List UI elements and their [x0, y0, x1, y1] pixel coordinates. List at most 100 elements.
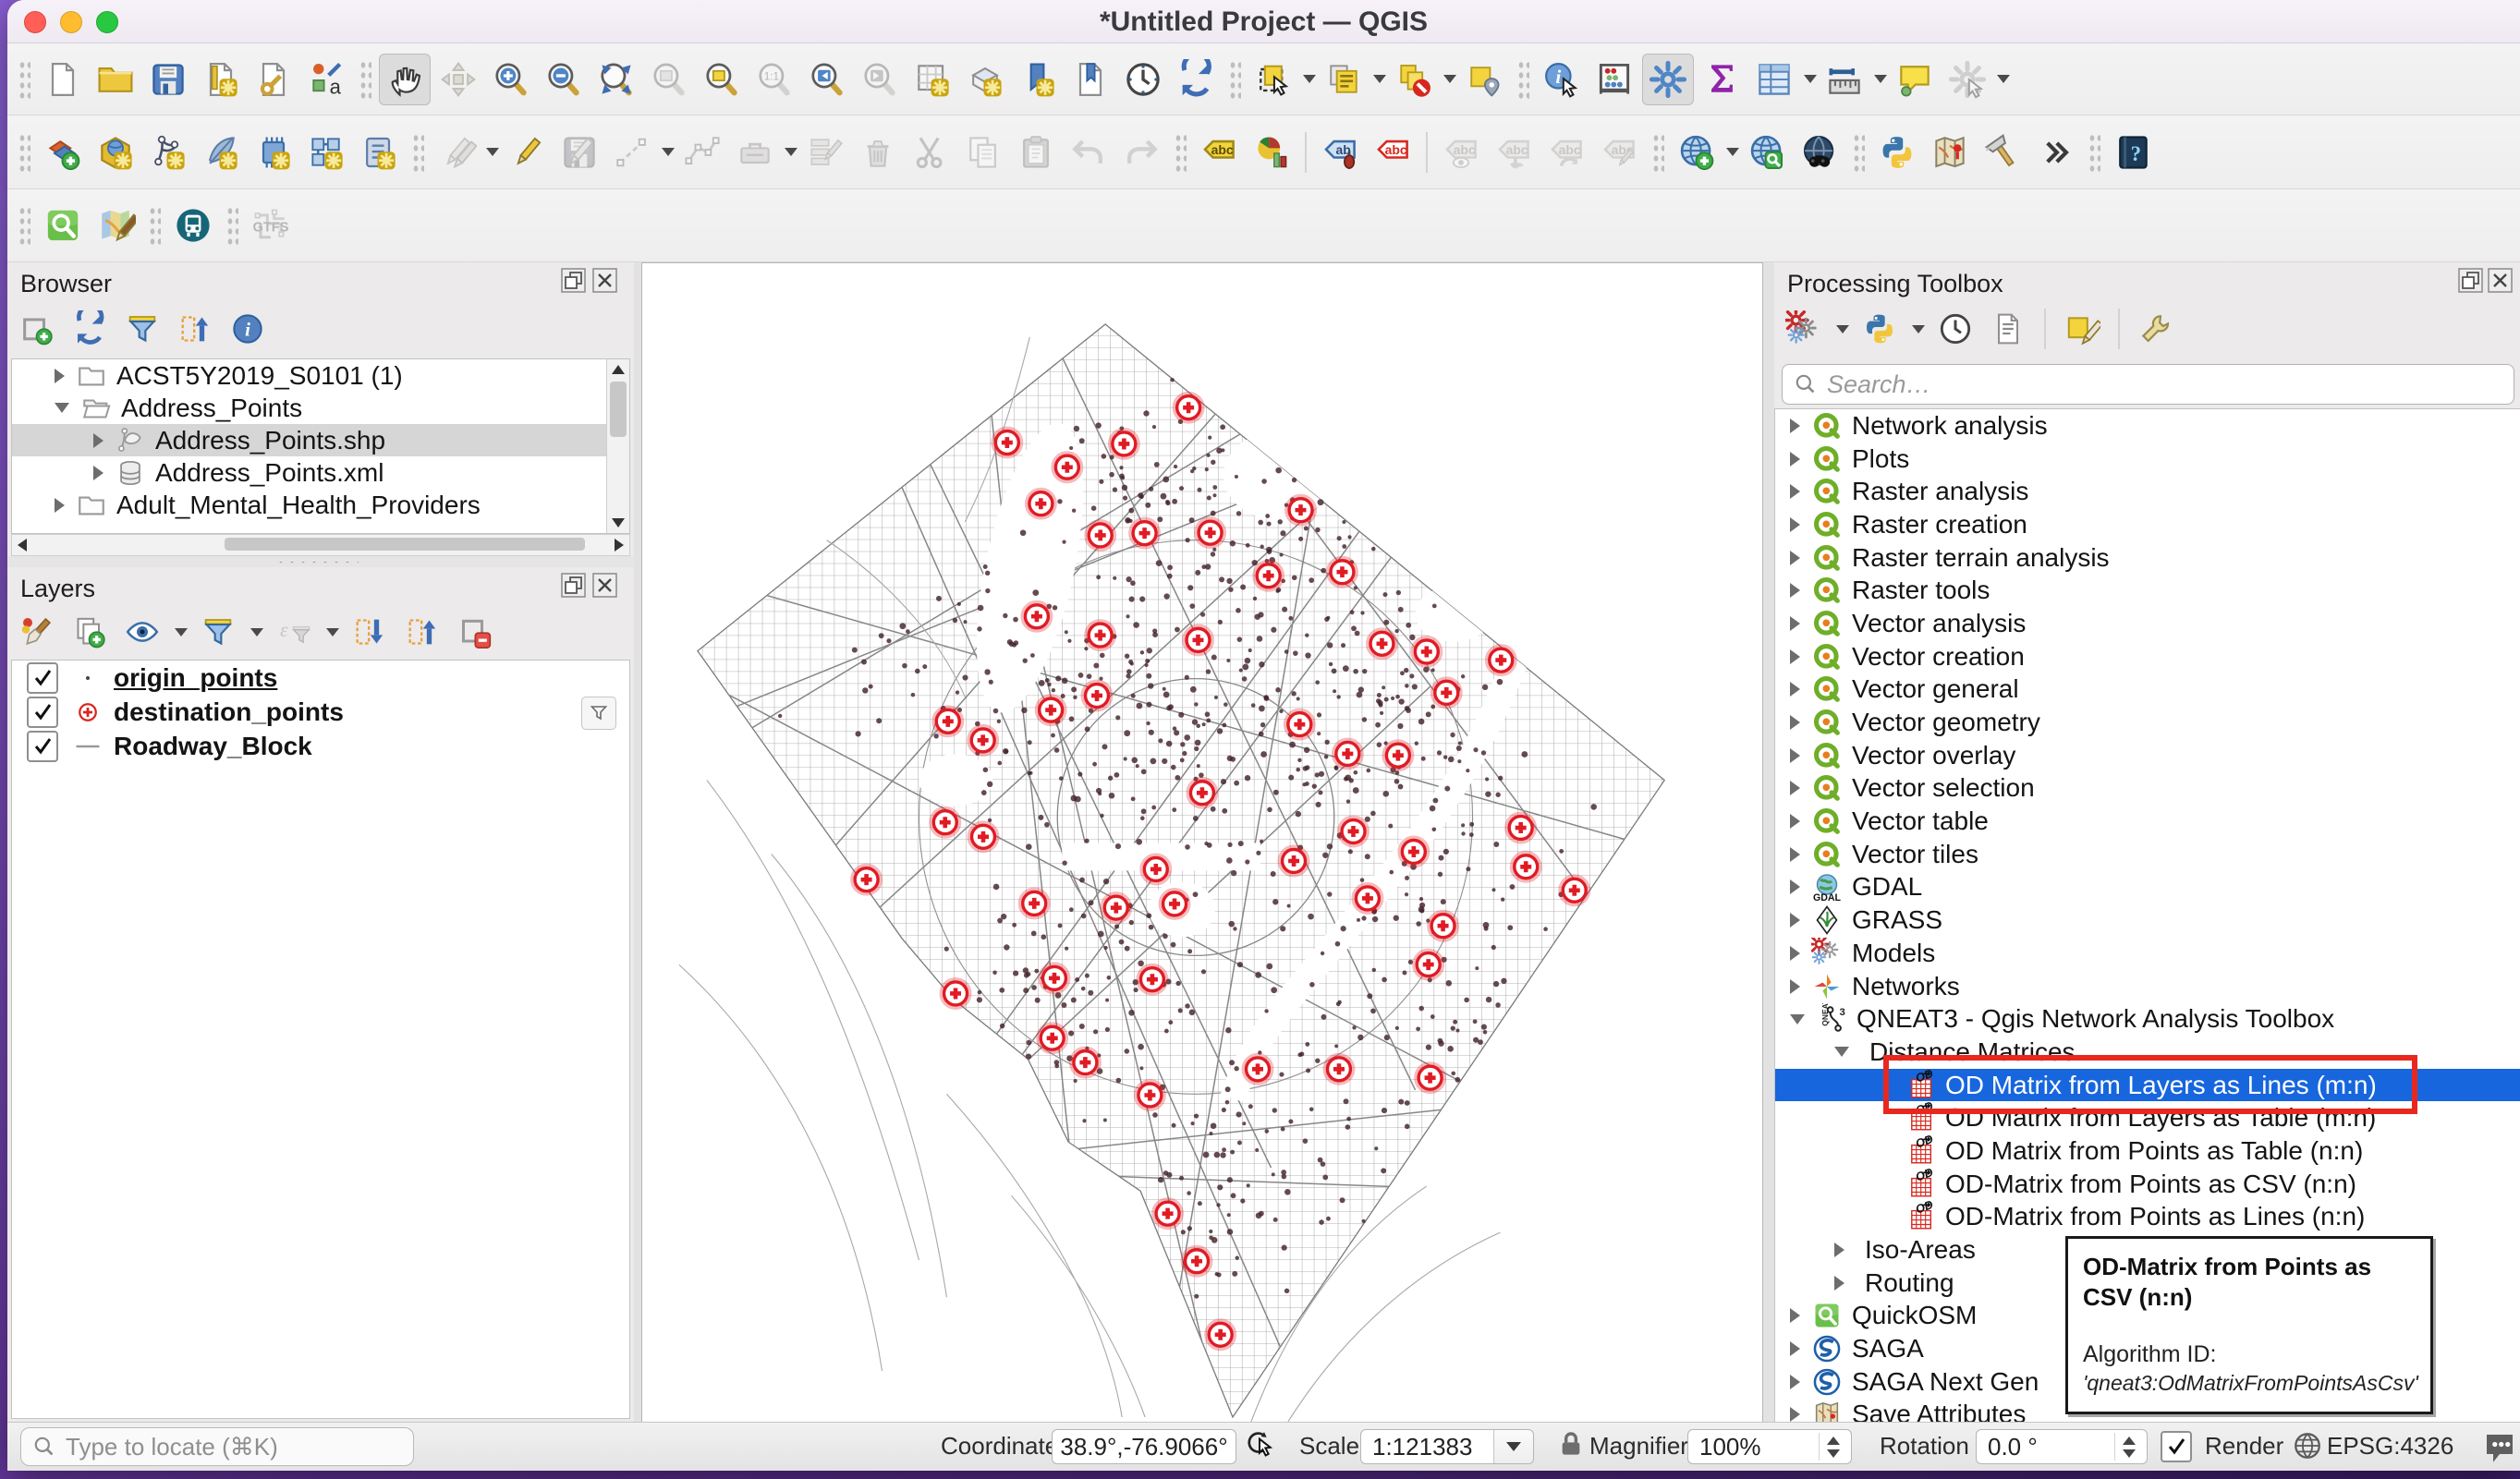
extents-toggle-icon[interactable]: [1246, 1428, 1283, 1465]
processing-toolbox-button[interactable]: [1642, 54, 1694, 105]
processing-history-button[interactable]: [1933, 307, 1978, 351]
expand-arrow-icon[interactable]: [1790, 484, 1800, 499]
layers-float-icon[interactable]: [561, 573, 586, 598]
expand-arrow-icon[interactable]: [1790, 649, 1800, 664]
expand-arrow-icon[interactable]: [1790, 682, 1800, 697]
layer-filter-indicator-icon[interactable]: [581, 697, 616, 730]
layer-item-origin_points[interactable]: origin_points: [12, 661, 629, 695]
expand-arrow-icon[interactable]: [1790, 1308, 1800, 1323]
collapse-all-browser-button[interactable]: [173, 307, 217, 351]
processing-search-input[interactable]: [1825, 370, 2514, 400]
zoom-last-button[interactable]: [802, 55, 852, 104]
select-features-dropdown-icon[interactable]: [1303, 75, 1316, 83]
layer-item-destination_points[interactable]: destination_points: [12, 695, 629, 729]
processing-tree-item[interactable]: Vector geometry: [1775, 706, 2520, 739]
expand-arrow-icon[interactable]: [1790, 551, 1800, 565]
save-project-button[interactable]: [143, 55, 193, 104]
new-spatial-bookmark-button[interactable]: [1013, 55, 1063, 104]
processing-tree-item[interactable]: ODOD Matrix from Layers as Lines (m:n): [1775, 1069, 2520, 1102]
metasearch-button[interactable]: [1742, 127, 1792, 177]
plugin-builder-button[interactable]: [1978, 127, 2027, 177]
processing-close-icon[interactable]: [2488, 268, 2513, 293]
processing-float-icon[interactable]: [2458, 268, 2483, 293]
collapse-all-layers-button[interactable]: [400, 610, 444, 654]
select-by-location-button[interactable]: [1459, 55, 1509, 104]
pin-labels-button[interactable]: ab: [1315, 127, 1365, 177]
processing-tree-item[interactable]: Vector tiles: [1775, 838, 2520, 871]
show-bookmarks-button[interactable]: [1065, 55, 1115, 104]
toolbar-drag-handle[interactable]: [411, 131, 424, 174]
expand-arrow-icon[interactable]: [1790, 1375, 1800, 1389]
select-by-value-dropdown-icon[interactable]: [1373, 75, 1386, 83]
layer-visibility-checkbox[interactable]: [27, 662, 58, 694]
toolbar-drag-handle[interactable]: [1651, 131, 1664, 174]
toolbar-drag-handle[interactable]: [148, 204, 161, 247]
processing-results-button[interactable]: [1986, 307, 2030, 351]
manage-map-themes-button[interactable]: [120, 610, 164, 654]
add-selected-layers-button[interactable]: [15, 307, 59, 351]
zoom-to-selection-button[interactable]: [697, 55, 747, 104]
open-project-button[interactable]: [91, 55, 140, 104]
field-calculator-button[interactable]: [1589, 55, 1639, 104]
statistical-summary-button[interactable]: [1697, 55, 1747, 104]
style-manager-button[interactable]: a: [301, 55, 351, 104]
browser-properties-button[interactable]: i: [225, 307, 270, 351]
toolbar-drag-handle[interactable]: [1852, 131, 1865, 174]
browser-item[interactable]: Address_Points.shp: [12, 424, 629, 456]
osm-editor-button[interactable]: [91, 200, 140, 250]
add-web-service-dropdown-icon[interactable]: [1726, 148, 1739, 156]
browser-item[interactable]: ACST5Y2019_S0101 (1): [12, 359, 629, 392]
digitize-segment-dropdown-icon[interactable]: [662, 148, 675, 156]
layer-visibility-checkbox[interactable]: [27, 697, 58, 728]
layer-diagram-button[interactable]: [1247, 127, 1297, 177]
pan-to-selection-button[interactable]: [433, 55, 483, 104]
processing-tree-item[interactable]: Vector selection: [1775, 772, 2520, 806]
run-feature-action-dropdown-icon[interactable]: [1997, 75, 2010, 83]
data-source-manager-button[interactable]: [38, 127, 88, 177]
expand-arrow-icon[interactable]: [1790, 748, 1800, 763]
processing-tree-item[interactable]: Raster tools: [1775, 574, 2520, 607]
expand-arrow-icon[interactable]: [1790, 418, 1800, 433]
panel-splitter[interactable]: [7, 556, 634, 567]
filter-by-expression-dropdown-icon[interactable]: [326, 628, 339, 636]
processing-tree-item[interactable]: GDALGDAL: [1775, 871, 2520, 904]
crs-globe-icon[interactable]: [2292, 1430, 2323, 1461]
highlight-pinned-labels-button[interactable]: abc: [1368, 127, 1418, 177]
processing-scripts-dropdown-icon[interactable]: [1912, 325, 1925, 333]
expand-arrow-icon[interactable]: [93, 466, 103, 480]
new-shapefile-layer-button[interactable]: [143, 127, 193, 177]
expand-arrow-icon[interactable]: [1790, 1341, 1800, 1356]
toggle-editing-button[interactable]: [502, 127, 552, 177]
locator-search[interactable]: [20, 1427, 414, 1466]
zoom-out-button[interactable]: [539, 55, 589, 104]
temporal-controller-button[interactable]: [1118, 55, 1168, 104]
deselect-features-button[interactable]: [1389, 55, 1439, 104]
browser-horizontal-scrollbar[interactable]: [11, 534, 630, 556]
expand-arrow-icon[interactable]: [1790, 616, 1800, 631]
quick-map-services-button[interactable]: [1925, 127, 1975, 177]
expand-arrow-icon[interactable]: [1790, 781, 1800, 795]
refresh-browser-button[interactable]: [67, 307, 112, 351]
processing-tree-item[interactable]: Vector table: [1775, 805, 2520, 838]
processing-tree-item[interactable]: Raster terrain analysis: [1775, 541, 2520, 575]
toolbar-drag-handle[interactable]: [1516, 58, 1529, 101]
zoom-in-button[interactable]: [486, 55, 536, 104]
processing-options-button[interactable]: [2134, 307, 2178, 351]
zoom-full-extent-button[interactable]: [591, 55, 641, 104]
processing-scripts-button[interactable]: [1857, 307, 1902, 351]
expand-arrow-icon[interactable]: [1790, 452, 1800, 467]
magnifier-spinbox[interactable]: 100%: [1687, 1429, 1852, 1464]
new-map-view-button[interactable]: [907, 55, 957, 104]
deselect-features-dropdown-icon[interactable]: [1443, 75, 1456, 83]
map-canvas[interactable]: [641, 262, 1763, 1423]
refresh-map-button[interactable]: [1171, 55, 1221, 104]
help-contents-button[interactable]: ?: [2108, 127, 2158, 177]
processing-search-box[interactable]: [1782, 364, 2514, 405]
layer-visibility-checkbox[interactable]: [27, 731, 58, 762]
python-console-button[interactable]: [1872, 127, 1922, 177]
toolbar-overflow-button[interactable]: [2030, 127, 2080, 177]
expand-arrow-icon[interactable]: [1834, 1276, 1844, 1291]
toolbar-drag-handle[interactable]: [18, 131, 30, 174]
render-checkbox[interactable]: [2161, 1431, 2192, 1462]
toolbar-drag-handle[interactable]: [1174, 131, 1187, 174]
